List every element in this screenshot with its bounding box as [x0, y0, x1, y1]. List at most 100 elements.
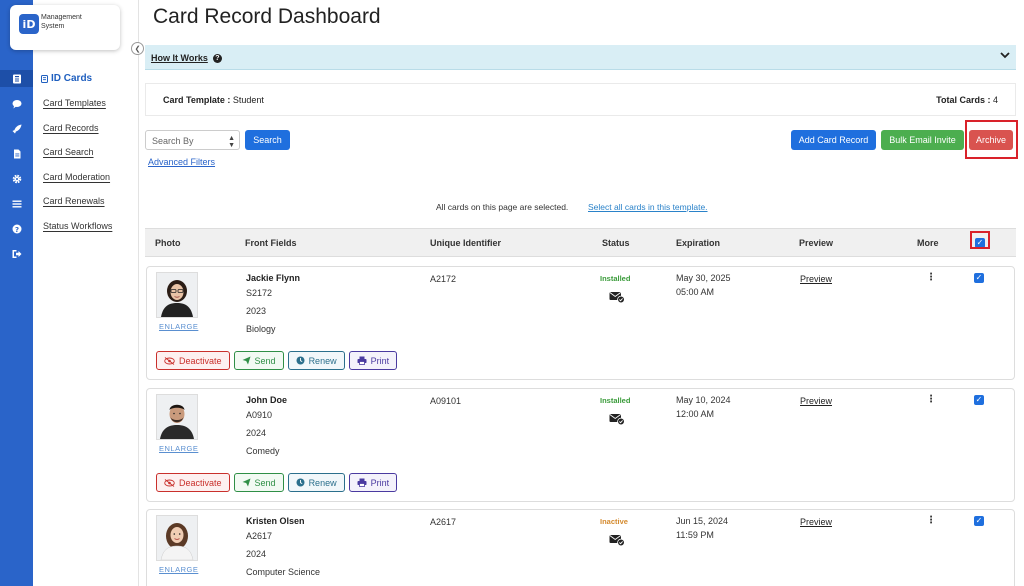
- sidebar-item-card-records[interactable]: Card Records: [43, 123, 99, 133]
- sidebar-item-status-workflows[interactable]: Status Workflows: [43, 221, 112, 231]
- sidebar-menu: ID Cards Card Templates Card Records Car…: [33, 0, 139, 586]
- id-card-icon[interactable]: [0, 70, 33, 87]
- column-header-front-fields: Front Fields: [245, 238, 297, 248]
- search-by-placeholder: Search By: [152, 136, 194, 146]
- how-it-works-panel[interactable]: How It Works ?: [145, 45, 1016, 70]
- print-button[interactable]: Print: [348, 473, 398, 492]
- printer-icon: [357, 356, 367, 365]
- status-badge: Inactive: [600, 517, 628, 526]
- renew-button[interactable]: Renew: [287, 351, 345, 370]
- column-header-preview: Preview: [799, 238, 834, 248]
- id-card-icon: [41, 74, 48, 83]
- preview-link[interactable]: Preview: [800, 274, 832, 284]
- record-id-field: A2617: [246, 531, 273, 541]
- record-major: Computer Science: [246, 567, 321, 577]
- template-info: Card Template : Student: [163, 95, 264, 105]
- person-photo-icon: [157, 516, 197, 560]
- chevron-down-icon[interactable]: [1000, 51, 1010, 62]
- record-major: Comedy: [246, 446, 280, 456]
- mail-check-icon: [609, 534, 625, 548]
- column-header-expiration: Expiration: [676, 238, 721, 248]
- svg-text:?: ?: [14, 225, 18, 233]
- clock-icon: [296, 478, 305, 487]
- logo-text: Management System: [41, 14, 82, 30]
- send-button[interactable]: Send: [233, 351, 284, 370]
- sidebar-heading-label: ID Cards: [51, 73, 93, 84]
- collapse-sidebar-button[interactable]: ❮: [131, 42, 144, 55]
- logo-mark: iD: [19, 14, 39, 34]
- deactivate-button[interactable]: Deactivate: [156, 473, 230, 492]
- search-by-select[interactable]: Search By ▲ ▼: [145, 130, 240, 150]
- sidebar-item-card-renewals[interactable]: Card Renewals: [43, 196, 105, 206]
- record-name: John Doe: [246, 395, 288, 405]
- sidebar-item-card-templates[interactable]: Card Templates: [43, 98, 106, 108]
- checkbox-highlight: [970, 231, 990, 249]
- column-header-more: More: [917, 238, 939, 248]
- table-row: ENLARGE Kristen Olsen A2617 2024 Compute…: [146, 509, 1015, 586]
- bulk-email-invite-button[interactable]: Bulk Email Invite: [881, 130, 964, 150]
- add-card-record-button[interactable]: Add Card Record: [791, 130, 876, 150]
- advanced-filters-link[interactable]: Advanced Filters: [148, 157, 215, 167]
- status-badge: Installed: [600, 396, 631, 405]
- select-all-link[interactable]: Select all cards in this template.: [588, 202, 708, 212]
- person-photo-icon: [157, 395, 197, 439]
- sidebar-item-card-search[interactable]: Card Search: [43, 147, 94, 157]
- paper-plane-icon: [242, 478, 251, 487]
- row-actions: Deactivate Send Renew Print: [156, 473, 398, 492]
- row-checkbox[interactable]: ✓: [974, 516, 984, 526]
- table-row: ENLARGE Jackie Flynn S2172 2023 Biology …: [146, 266, 1015, 380]
- record-id-field: A0910: [246, 410, 273, 420]
- chat-icon[interactable]: [0, 95, 33, 112]
- printer-icon: [357, 478, 367, 487]
- preview-link[interactable]: Preview: [800, 517, 832, 527]
- help-icon[interactable]: ?: [0, 220, 33, 237]
- eye-slash-icon: [164, 356, 175, 365]
- record-expiration: May 30, 2025 05:00 AM: [676, 273, 731, 297]
- record-major: Biology: [246, 324, 276, 334]
- record-unique-identifier: A2172: [430, 274, 457, 284]
- column-header-status: Status: [602, 238, 630, 248]
- enlarge-link[interactable]: ENLARGE: [159, 444, 198, 453]
- selection-message: All cards on this page are selected.: [436, 202, 569, 212]
- card-photo: [156, 394, 198, 440]
- sign-out-icon[interactable]: [0, 245, 33, 262]
- sidebar-item-card-moderation[interactable]: Card Moderation: [43, 172, 110, 182]
- deactivate-button[interactable]: Deactivate: [156, 351, 230, 370]
- record-expiration: May 10, 2024 12:00 AM: [676, 395, 731, 419]
- send-button[interactable]: Send: [233, 473, 284, 492]
- person-photo-icon: [157, 273, 197, 317]
- mail-check-icon: [609, 413, 625, 427]
- document-icon[interactable]: [0, 145, 33, 162]
- archive-highlight: [965, 120, 1018, 159]
- print-button[interactable]: Print: [348, 351, 398, 370]
- gear-icon[interactable]: [0, 170, 33, 187]
- icon-rail: ?: [0, 0, 33, 586]
- row-checkbox[interactable]: ✓: [974, 273, 984, 283]
- preview-link[interactable]: Preview: [800, 396, 832, 406]
- status-badge: Installed: [600, 274, 631, 283]
- app-logo[interactable]: iD Management System: [10, 5, 120, 50]
- enlarge-link[interactable]: ENLARGE: [159, 565, 198, 574]
- sidebar-heading[interactable]: ID Cards: [41, 73, 92, 84]
- search-button[interactable]: Search: [245, 130, 290, 150]
- page-title: Card Record Dashboard: [153, 5, 381, 28]
- template-value: Student: [232, 95, 264, 105]
- more-options-icon[interactable]: ⋮: [926, 394, 936, 405]
- column-header-photo: Photo: [155, 238, 181, 248]
- row-checkbox[interactable]: ✓: [974, 395, 984, 405]
- total-cards-value: 4: [992, 95, 998, 105]
- rocket-icon[interactable]: [0, 120, 33, 137]
- help-icon: ?: [212, 53, 222, 63]
- more-options-icon[interactable]: ⋮: [926, 272, 936, 283]
- record-year: 2024: [246, 428, 267, 438]
- chevron-left-icon: ❮: [134, 45, 141, 53]
- enlarge-link[interactable]: ENLARGE: [159, 322, 198, 331]
- list-icon[interactable]: [0, 195, 33, 212]
- more-options-icon[interactable]: ⋮: [926, 515, 936, 526]
- column-header-unique-identifier: Unique Identifier: [430, 238, 502, 248]
- how-it-works-toggle[interactable]: How It Works ?: [151, 53, 222, 63]
- row-actions: Deactivate Send Renew Print: [156, 351, 398, 370]
- mail-check-icon: [609, 291, 625, 305]
- how-it-works-label: How It Works: [151, 53, 208, 63]
- renew-button[interactable]: Renew: [287, 473, 345, 492]
